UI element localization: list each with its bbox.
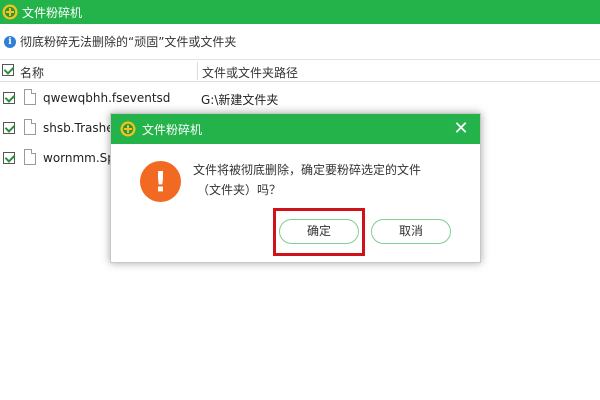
cancel-button[interactable]: 取消 (371, 219, 451, 244)
file-icon (24, 119, 36, 135)
dialog-message: 文件将被彻底删除，确定要粉碎选定的文件 （文件夹）吗？ (193, 160, 453, 200)
row-checkbox[interactable] (3, 92, 15, 104)
dialog-message-line2: （文件夹）吗？ (197, 183, 282, 197)
table-row[interactable]: qwewqbhh.fseventsd G:\新建文件夹 (0, 83, 600, 113)
info-bar: i 彻底粉碎无法删除的“顽固”文件或文件夹 (0, 24, 600, 60)
dialog-titlebar[interactable]: 文件粉碎机 (111, 114, 480, 144)
file-icon (24, 89, 36, 105)
column-divider[interactable] (197, 62, 198, 80)
column-header-name[interactable]: 名称 (20, 64, 44, 81)
app-logo-icon (2, 4, 18, 20)
file-name: shsb.Trashe (43, 121, 114, 135)
close-icon[interactable]: ✕ (452, 120, 470, 138)
app-titlebar: 文件粉碎机 (0, 0, 600, 24)
app-logo-icon (120, 121, 136, 137)
info-icon: i (4, 35, 16, 48)
select-all-checkbox[interactable] (2, 64, 14, 76)
row-checkbox[interactable] (3, 122, 15, 134)
file-name: wornmm.Sp (43, 151, 115, 165)
dialog-message-line1: 文件将被彻底删除，确定要粉碎选定的文件 (193, 163, 422, 177)
confirm-button[interactable]: 确定 (279, 219, 359, 244)
confirm-dialog: 文件粉碎机 ✕ ! 文件将被彻底删除，确定要粉碎选定的文件 （文件夹）吗？ 确定… (110, 113, 481, 263)
file-icon (24, 149, 36, 165)
table-header: 名称 文件或文件夹路径 (0, 60, 600, 82)
info-text: 彻底粉碎无法删除的“顽固”文件或文件夹 (20, 35, 237, 49)
file-name: qwewqbhh.fseventsd (43, 91, 171, 105)
row-checkbox[interactable] (3, 152, 15, 164)
warning-icon: ! (140, 161, 181, 202)
file-path: G:\新建文件夹 (201, 93, 279, 107)
column-header-path[interactable]: 文件或文件夹路径 (202, 64, 298, 81)
dialog-title: 文件粉碎机 (142, 122, 203, 137)
app-title: 文件粉碎机 (22, 5, 83, 20)
